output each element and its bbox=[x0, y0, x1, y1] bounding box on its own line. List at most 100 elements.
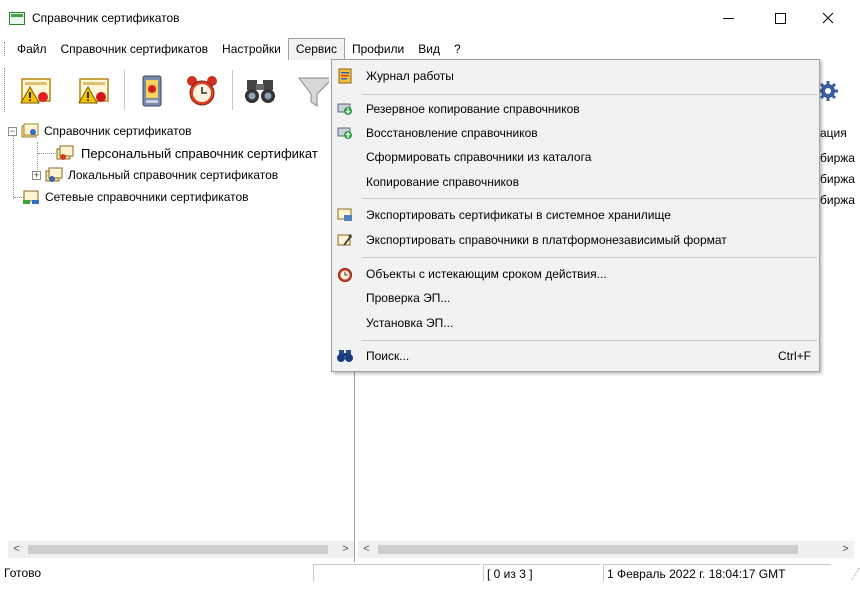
toolbar-separator bbox=[232, 70, 233, 110]
menu-service[interactable]: Сервис bbox=[287, 38, 345, 60]
menu-item-label: Резервное копирование справочников bbox=[366, 102, 580, 116]
menu-item-label: Экспортировать справочники в платформоне… bbox=[366, 233, 727, 247]
scrollbar-thumb[interactable] bbox=[378, 545, 798, 554]
menu-file[interactable]: Файл bbox=[10, 38, 54, 60]
menu-item-label: Объекты с истекающим сроком действия... bbox=[366, 267, 607, 281]
toolbar-separator bbox=[124, 70, 125, 110]
toolbar-cert-warning-alt-button[interactable] bbox=[72, 70, 116, 112]
menu-certificate-directory[interactable]: Справочник сертификатов bbox=[54, 38, 216, 60]
menu-separator bbox=[362, 257, 817, 258]
tree-item-root[interactable]: − Справочник сертификатов bbox=[8, 120, 192, 142]
filter-funnel-icon bbox=[298, 77, 329, 107]
menu-item-label: Восстановление справочников bbox=[366, 126, 538, 140]
scrollbar-thumb[interactable] bbox=[28, 545, 328, 554]
list-cell: биржа bbox=[820, 151, 855, 165]
export-format-icon bbox=[337, 232, 353, 248]
backup-icon bbox=[337, 101, 353, 117]
tree-horizontal-scrollbar[interactable]: < > bbox=[8, 541, 354, 558]
certificate-phone-icon bbox=[142, 75, 162, 107]
status-empty-cell bbox=[313, 564, 481, 582]
menu-item-label: Журнал работы bbox=[366, 69, 454, 83]
menu-profiles[interactable]: Профили bbox=[345, 38, 411, 60]
list-cell: биржа bbox=[820, 193, 855, 207]
gear-icon bbox=[818, 81, 838, 101]
export-certs-icon bbox=[337, 207, 353, 223]
cert-warning-alt-icon bbox=[78, 78, 109, 104]
minimize-button[interactable] bbox=[706, 0, 750, 36]
menu-bar: Файл Справочник сертификатов Настройки С… bbox=[0, 38, 860, 60]
menu-item-label: Сформировать справочники из каталога bbox=[366, 150, 592, 164]
menu-item-restore[interactable]: Восстановление справочников bbox=[332, 122, 819, 144]
binoculars-icon bbox=[337, 348, 353, 364]
menu-item-install-signature[interactable]: Установка ЭП... bbox=[332, 312, 819, 334]
menu-separator bbox=[362, 340, 817, 341]
tree-item-network[interactable]: Сетевые справочники сертификатов bbox=[22, 186, 249, 208]
tree-item-network-label: Сетевые справочники сертификатов bbox=[45, 190, 249, 204]
menu-item-expiring-objects[interactable]: Объекты с истекающим сроком действия... bbox=[332, 263, 819, 285]
menu-item-export-certs[interactable]: Экспортировать сертификаты в системное х… bbox=[332, 204, 819, 226]
alarm-clock-icon bbox=[187, 76, 217, 106]
menu-separator bbox=[362, 94, 817, 95]
menu-view[interactable]: Вид bbox=[411, 38, 447, 60]
scroll-right-icon[interactable]: > bbox=[337, 541, 354, 558]
scroll-left-icon[interactable]: < bbox=[8, 541, 25, 558]
scroll-left-icon[interactable]: < bbox=[358, 541, 375, 558]
tree-pane: − Справочник сертификатов Персональный с… bbox=[8, 122, 354, 542]
menu-item-build-from-catalog[interactable]: Сформировать справочники из каталога bbox=[332, 146, 819, 168]
menu-item-work-log[interactable]: Журнал работы bbox=[332, 65, 819, 87]
menu-item-label: Экспортировать сертификаты в системное х… bbox=[366, 208, 671, 222]
tree-line bbox=[13, 135, 14, 199]
menu-item-label: Проверка ЭП... bbox=[366, 291, 451, 305]
tree-item-personal-label: Персональный справочник сертификат bbox=[79, 145, 320, 161]
close-icon bbox=[822, 12, 834, 24]
menu-item-label: Копирование справочников bbox=[366, 175, 519, 189]
expand-icon[interactable]: + bbox=[32, 170, 41, 180]
menu-item-shortcut: Ctrl+F bbox=[778, 349, 811, 363]
menu-item-verify-signature[interactable]: Проверка ЭП... bbox=[332, 287, 819, 309]
close-button[interactable] bbox=[806, 0, 850, 36]
maximize-button[interactable] bbox=[758, 0, 802, 36]
status-count: [ 0 из 3 ] bbox=[483, 564, 601, 582]
tree-item-root-label: Справочник сертификатов bbox=[44, 124, 192, 138]
cert-warning-icon bbox=[20, 78, 51, 104]
network-directory-icon bbox=[22, 189, 40, 205]
service-menu-dropdown: Журнал работы Резервное копирование спра… bbox=[331, 59, 820, 372]
menu-item-label: Установка ЭП... bbox=[366, 316, 454, 330]
toolbar-search-button[interactable] bbox=[238, 70, 282, 112]
collapse-icon[interactable]: − bbox=[8, 126, 17, 136]
menu-settings[interactable]: Настройки bbox=[215, 38, 288, 60]
restore-icon bbox=[337, 125, 353, 141]
status-datetime: 1 Февраль 2022 г. 18:04:17 GMT bbox=[603, 564, 831, 582]
tree-line bbox=[38, 153, 56, 154]
column-header-fragment[interactable]: ация bbox=[820, 126, 847, 140]
binoculars-icon bbox=[245, 80, 275, 103]
menu-help[interactable]: ? bbox=[447, 38, 468, 60]
menu-item-label: Поиск... bbox=[366, 349, 410, 363]
local-directory-icon bbox=[45, 167, 63, 183]
toolbar-cert-warning-button[interactable] bbox=[14, 70, 58, 112]
alarm-clock-icon bbox=[337, 266, 353, 282]
menu-item-search[interactable]: Поиск... Ctrl+F bbox=[332, 345, 819, 367]
status-ready: Готово bbox=[4, 566, 42, 580]
tree-item-local-label: Локальный справочник сертификатов bbox=[68, 168, 279, 182]
menu-separator bbox=[362, 198, 817, 199]
toolbar-expiring-button[interactable] bbox=[180, 70, 224, 112]
journal-icon bbox=[337, 68, 353, 84]
scroll-right-icon[interactable]: > bbox=[837, 541, 854, 558]
list-horizontal-scrollbar[interactable]: < > bbox=[358, 541, 854, 558]
personal-directory-icon bbox=[56, 145, 74, 161]
maximize-icon bbox=[774, 12, 786, 24]
tree-item-personal[interactable]: Персональный справочник сертификат bbox=[56, 142, 320, 164]
app-window: Справочник сертификатов Файл Справочник … bbox=[0, 0, 860, 592]
toolbar-certificate-button[interactable] bbox=[130, 70, 174, 112]
certificate-directory-icon bbox=[21, 123, 39, 139]
menu-item-copy-directories[interactable]: Копирование справочников bbox=[332, 171, 819, 193]
menu-item-export-format[interactable]: Экспортировать справочники в платформоне… bbox=[332, 229, 819, 251]
title-bar: Справочник сертификатов bbox=[0, 0, 860, 36]
app-icon bbox=[9, 12, 25, 25]
tree-item-local[interactable]: + Локальный справочник сертификатов bbox=[32, 164, 278, 186]
menu-item-backup[interactable]: Резервное копирование справочников bbox=[332, 98, 819, 120]
list-cell: биржа bbox=[820, 172, 855, 186]
resize-grip-icon[interactable] bbox=[840, 568, 860, 580]
toolbar-filter-button[interactable] bbox=[292, 70, 332, 112]
